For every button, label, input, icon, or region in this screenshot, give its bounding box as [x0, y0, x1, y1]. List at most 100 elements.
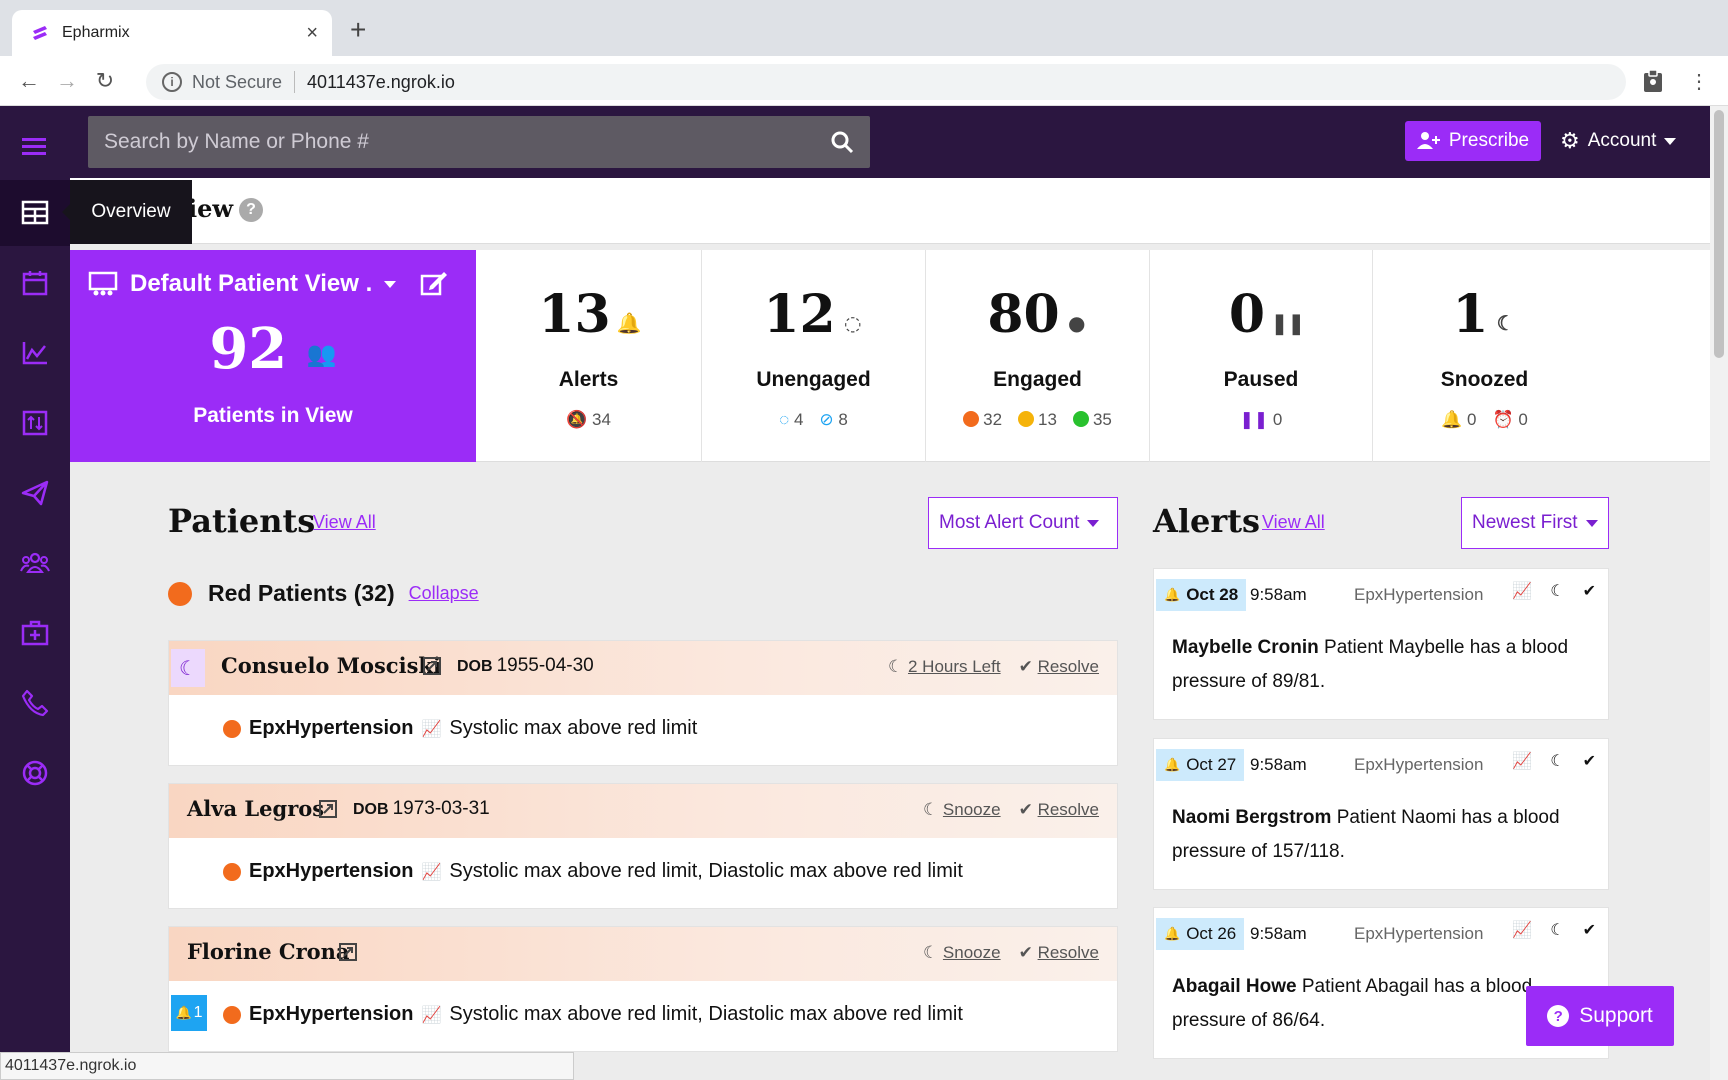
stat-alerts[interactable]: 13 🔔 Alerts 🔕 34 [476, 250, 701, 462]
stat-snoozed[interactable]: 1 ☾ Snoozed 🔔 0 ⏰ 0 [1372, 250, 1596, 462]
chart-icon[interactable]: 📈 [1512, 751, 1532, 771]
sidebar-item-overview[interactable] [0, 180, 70, 246]
check-icon: ✔ [1018, 657, 1033, 676]
medkit-icon [21, 620, 49, 646]
chart-icon[interactable]: 📈 [1512, 581, 1532, 601]
snooze-action[interactable]: ☾ Snooze [923, 943, 1001, 963]
bell-icon: 🔔 [175, 1005, 192, 1020]
patient-card[interactable]: ☾ Consuelo Mosciski DOB 1955-04-30 ☾ 2 Ho… [168, 640, 1118, 766]
forward-icon[interactable]: → [52, 66, 82, 96]
patient-card-header: ☾ Consuelo Mosciski DOB 1955-04-30 ☾ 2 Ho… [169, 641, 1117, 695]
resolve-action[interactable]: ✔ Resolve [1019, 657, 1099, 677]
stat-paused[interactable]: 0 ❚❚ Paused ❚❚ 0 [1149, 250, 1372, 462]
search-input[interactable] [104, 130, 830, 154]
scrollbar-thumb[interactable] [1714, 110, 1724, 358]
prescribe-button[interactable]: Prescribe [1405, 121, 1541, 161]
gear-icon: ⚙ [1560, 128, 1580, 153]
chart-icon[interactable]: 📈 [421, 719, 441, 739]
snooze-action[interactable]: ☾ 2 Hours Left [888, 657, 1001, 677]
epharmix-logo-icon [33, 26, 47, 40]
chart-icon[interactable]: 📈 [1512, 920, 1532, 940]
external-link-icon[interactable] [339, 943, 357, 961]
stat-label: Alerts [558, 368, 619, 391]
alert-time: 9:58am [1250, 924, 1307, 943]
search-icon[interactable] [830, 130, 854, 154]
alert-card[interactable]: 🔔 Oct 27 9:58am EpxHypertension 📈 ☾ ✔ Nao… [1153, 738, 1609, 890]
sidebar-item-programs[interactable] [0, 600, 70, 666]
lifering-icon [22, 760, 48, 786]
send-icon [21, 480, 49, 506]
address-bar[interactable]: i Not Secure 4011437e.ngrok.io [146, 64, 1626, 100]
overview-icon [21, 200, 49, 225]
stat-label: Engaged [993, 368, 1082, 391]
app: Overview Prescribe ⚙ Account iew ? Defau… [0, 106, 1710, 1080]
back-icon[interactable]: ← [14, 66, 44, 96]
chart-icon[interactable]: 📈 [421, 862, 441, 882]
moon-icon[interactable]: ☾ [1550, 751, 1564, 771]
external-link-icon[interactable] [319, 800, 337, 818]
close-tab-icon[interactable]: × [306, 22, 318, 45]
sort-label: Most Alert Count [939, 512, 1080, 533]
question-circle-icon: ? [1547, 1005, 1570, 1027]
patient-actions: ☾ Snooze ✔ Resolve [923, 800, 1099, 820]
users-icon [20, 552, 50, 573]
support-button[interactable]: ? Support [1526, 986, 1674, 1046]
view-selector[interactable]: Default Patient View . [88, 270, 397, 298]
sidebar-item-calls[interactable] [0, 670, 70, 736]
moon-icon: ☾ [922, 943, 939, 962]
stat-value: 0 ❚❚ [1228, 284, 1305, 345]
bell-icon: 🔔 [616, 311, 642, 335]
sidebar-item-calendar[interactable] [0, 250, 70, 316]
patients-sort-dropdown[interactable]: Most Alert Count [928, 497, 1118, 549]
reload-icon[interactable]: ↻ [90, 66, 120, 96]
alert-date-badge: 🔔 Oct 26 [1156, 918, 1245, 950]
sidebar-item-messages[interactable] [0, 460, 70, 526]
new-tab-icon[interactable]: + [350, 16, 366, 44]
patient-name[interactable]: Florine Crona [187, 939, 350, 964]
stat-engaged[interactable]: 80 ● Engaged 32 13 35 [925, 250, 1149, 462]
patient-card[interactable]: Alva Legros DOB 1973-03-31 ☾ Snooze ✔ Res… [168, 783, 1118, 909]
browser-toolbar: ← → ↻ i Not Secure 4011437e.ngrok.io ⋮ [0, 56, 1728, 106]
patient-name[interactable]: Consuelo Mosciski [221, 653, 441, 678]
browser-menu-icon[interactable]: ⋮ [1686, 68, 1712, 94]
snooze-action[interactable]: ☾ Snooze [923, 800, 1001, 820]
help-icon[interactable]: ? [239, 198, 263, 222]
sidebar-item-help[interactable] [0, 740, 70, 806]
alerts-sort-dropdown[interactable]: Newest First [1461, 497, 1609, 549]
resolve-action[interactable]: ✔ Resolve [1019, 800, 1099, 820]
check-icon[interactable]: ✔ [1583, 581, 1596, 601]
ban-icon: ⊘ [819, 410, 834, 429]
account-menu[interactable]: ⚙ Account [1560, 121, 1677, 161]
view-name: Default Patient View . [130, 270, 373, 297]
clipboard-extension-icon[interactable] [1640, 68, 1666, 94]
stat-unengaged[interactable]: 12 ◌ Unengaged ◌ 4 ⊘ 8 [701, 250, 925, 462]
program-name: EpxHypertension [249, 717, 414, 739]
check-icon[interactable]: ✔ [1583, 751, 1596, 771]
moon-icon: ☾ [888, 657, 904, 676]
stat-value: 12 ◌ [702, 284, 925, 345]
edit-icon[interactable] [420, 270, 448, 296]
info-icon[interactable]: i [162, 72, 182, 92]
alert-card[interactable]: 🔔 Oct 28 9:58am EpxHypertension 📈 ☾ ✔ May… [1153, 568, 1609, 720]
patient-name[interactable]: Alva Legros [187, 796, 324, 821]
alerts-title: Alerts [1153, 502, 1260, 540]
resolve-action[interactable]: ✔ Resolve [1019, 943, 1099, 963]
chart-icon[interactable]: 📈 [421, 1005, 441, 1025]
sidebar-item-analytics[interactable] [0, 320, 70, 386]
pause-small-icon: ❚❚ [1239, 410, 1269, 429]
moon-icon[interactable]: ☾ [1550, 920, 1564, 940]
browser-tab[interactable]: Epharmix × [12, 10, 332, 56]
patient-card[interactable]: Florine Crona ☾ Snooze ✔ Resolve 🔔 1 EpxH… [168, 926, 1118, 1052]
moon-icon[interactable]: ☾ [1550, 581, 1564, 601]
stat-value: 80 ● [926, 284, 1149, 345]
alerts-view-all-link[interactable]: View All [1262, 512, 1325, 533]
external-link-icon[interactable] [423, 657, 441, 675]
patient-dob: DOB 1955-04-30 [457, 655, 594, 676]
page-scrollbar[interactable] [1710, 106, 1728, 1080]
collapse-link[interactable]: Collapse [409, 583, 479, 604]
patients-view-all-link[interactable]: View All [313, 512, 376, 533]
check-icon[interactable]: ✔ [1583, 920, 1596, 940]
sidebar-item-transfers[interactable] [0, 390, 70, 456]
menu-icon[interactable] [0, 114, 70, 180]
sidebar-item-patients[interactable] [0, 530, 70, 596]
